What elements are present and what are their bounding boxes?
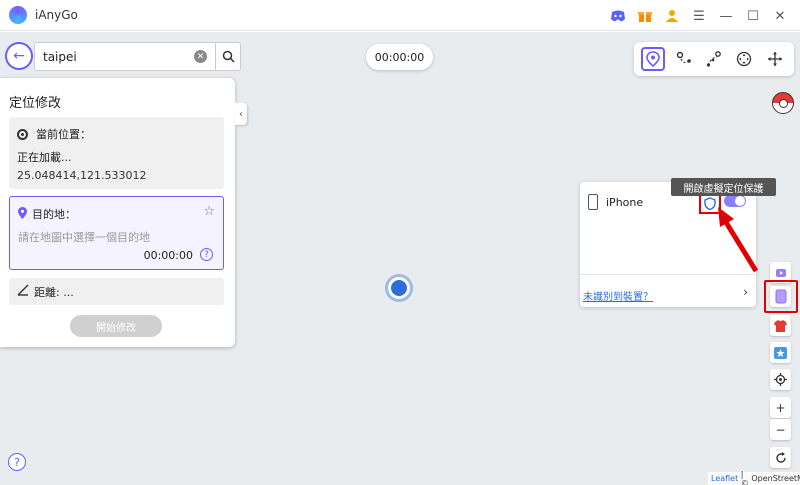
search-icon[interactable] [216,43,240,70]
annotation-arrow [718,207,759,273]
chevron-left-icon: ‹ [239,108,243,120]
osm-attribution: OpenStreetMap [751,474,800,483]
current-coordinates: 25.048414,121.533012 [17,169,147,182]
jump-teleport-mode-button[interactable] [763,47,787,71]
current-location-card: 當前位置： 正在加載... 25.048414,121.533012 [9,117,224,189]
zoom-in-icon[interactable]: + [770,397,791,418]
minimize-icon[interactable]: — [716,6,736,26]
current-location-label: 當前位置： [36,128,91,141]
panel-title: 定位修改 [9,96,62,111]
arrow-left-icon: ← [13,48,25,64]
timer-display: 00:00:00 [366,44,433,70]
pin-icon [18,206,27,222]
zoom-out-icon[interactable]: − [770,419,791,440]
title-bar: iAnyGo ☰ — ☐ ✕ [0,0,800,31]
app-title: iAnyGo [35,8,78,22]
multi-spot-mode-button[interactable] [702,47,726,71]
locate-me-icon[interactable] [770,369,791,390]
distance-card: 距離: ... [9,278,224,305]
teleport-mode-button[interactable] [641,47,666,71]
destination-header: 目的地： [18,206,76,222]
device-name: iPhone [606,196,644,209]
close-icon[interactable]: ✕ [770,6,790,26]
current-location-header: 當前位置： [17,126,91,142]
back-button[interactable]: ← [5,42,33,70]
two-spot-mode-button[interactable] [672,47,696,71]
location-panel: 定位修改 當前位置： 正在加載... 25.048414,121.533012 … [0,78,235,347]
current-location-status: 正在加載... [17,151,72,164]
gift-icon[interactable] [635,6,655,26]
help-icon[interactable]: ? [200,248,213,261]
target-icon [17,128,28,140]
phone-icon [588,194,598,210]
favorite-star-icon[interactable]: ☆ [203,204,215,219]
tshirt-icon[interactable] [770,315,791,336]
menu-icon[interactable]: ☰ [689,6,709,26]
location-marker[interactable] [388,277,410,299]
map-attribution: Leaflet | © OpenStreetMap [708,469,800,485]
start-modify-button[interactable]: 開始修改 [70,315,162,337]
destination-card[interactable]: 目的地： ☆ 請在地圖中選擇一個目的地 00:00:00 ? [9,196,224,270]
joystick-mode-button[interactable] [732,47,756,71]
pokeball-icon[interactable] [772,92,794,114]
user-icon[interactable] [662,6,682,26]
leaflet-link[interactable]: Leaflet [711,474,738,483]
device-phone-button[interactable] [770,286,791,307]
search-input[interactable] [35,43,194,70]
destination-time: 00:00:00 [143,249,193,262]
reset-icon[interactable] [770,447,791,468]
app-logo-icon [9,6,27,24]
maximize-icon[interactable]: ☐ [743,6,763,26]
ruler-icon [17,284,29,299]
help-center-icon[interactable]: ? [8,453,26,471]
destination-placeholder: 請在地圖中選擇一個目的地 [18,231,150,244]
protection-tooltip: 開啟虛擬定位保護 [671,178,776,196]
chevron-right-icon[interactable]: › [743,285,748,299]
titlebar-actions: ☰ — ☐ ✕ [608,6,790,26]
discord-icon[interactable] [608,6,628,26]
clear-icon[interactable]: ✕ [194,50,207,63]
distance-label: 距離: ... [34,285,74,299]
search-box: ✕ [34,42,241,71]
destination-label: 目的地： [32,208,76,221]
mode-toolbar [634,42,794,76]
device-not-recognized-link[interactable]: 未識別到裝置？ [583,288,653,303]
favorite-star-button[interactable] [770,342,791,363]
collapse-panel-tab[interactable]: ‹ [235,103,247,125]
attribution-separator: | © [738,469,752,485]
search-bar: ← ✕ [5,42,241,71]
